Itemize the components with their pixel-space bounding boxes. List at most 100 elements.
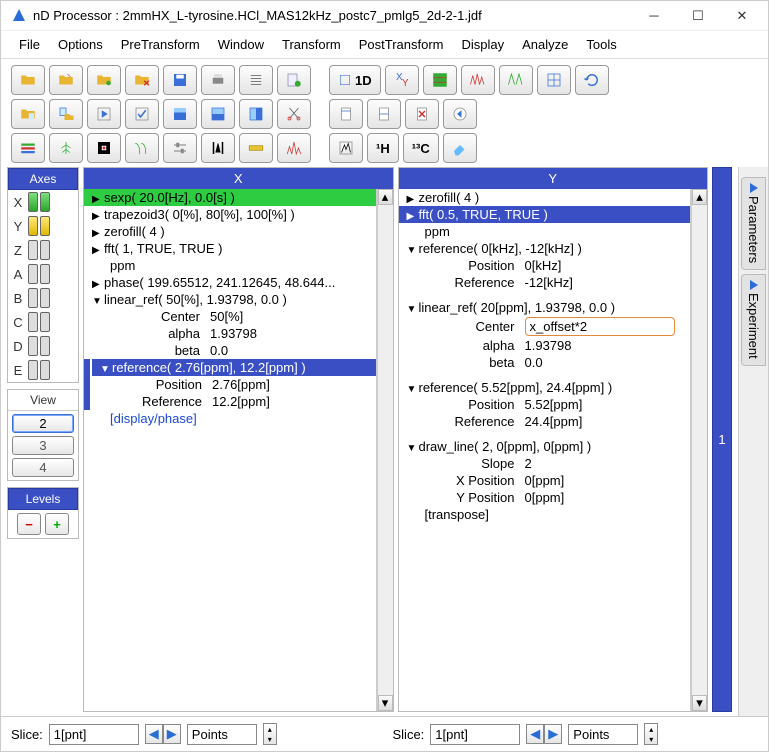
- grid-button[interactable]: [537, 65, 571, 95]
- axes-row-b[interactable]: B: [8, 286, 78, 310]
- panel-blue-button[interactable]: [163, 99, 197, 129]
- slider-button[interactable]: [163, 133, 197, 163]
- add-list-button[interactable]: [277, 65, 311, 95]
- view-button-2[interactable]: 2: [12, 414, 74, 433]
- axis-led[interactable]: [40, 216, 50, 236]
- process-step[interactable]: zerofill( 4 ): [84, 223, 376, 240]
- slice-prev-button[interactable]: ◀: [526, 724, 544, 744]
- menu-display[interactable]: Display: [454, 35, 513, 54]
- scroll-up-icon[interactable]: ▴: [378, 189, 393, 205]
- axis-led[interactable]: [28, 312, 38, 332]
- axis-led[interactable]: [28, 192, 38, 212]
- panel-y-scrollbar[interactable]: ▴ ▾: [691, 189, 707, 711]
- units-select-x[interactable]: Points: [187, 724, 257, 745]
- discard-folder-button[interactable]: [125, 65, 159, 95]
- hatch-green-button[interactable]: [423, 65, 457, 95]
- param-value[interactable]: 1.93798: [210, 326, 257, 341]
- axis-led[interactable]: [28, 288, 38, 308]
- save-folder-button[interactable]: [87, 65, 121, 95]
- peaks-button[interactable]: [277, 133, 311, 163]
- process-step[interactable]: reference( 2.76[ppm], 12.2[ppm] ): [92, 359, 376, 376]
- scroll-down-icon[interactable]: ▾: [378, 695, 393, 711]
- panel-y-list[interactable]: zerofill( 4 )fft( 0.5, TRUE, TRUE )ppmre…: [399, 189, 692, 711]
- view-button-4[interactable]: 4: [12, 458, 74, 477]
- process-step[interactable]: linear_ref( 20[ppm], 1.93798, 0.0 ): [399, 299, 691, 316]
- axis-led[interactable]: [40, 360, 50, 380]
- param-input-center[interactable]: [525, 317, 675, 336]
- units-stepper-y[interactable]: ▴▾: [644, 723, 658, 745]
- process-step[interactable]: reference( 5.52[ppm], 24.4[ppm] ): [399, 379, 691, 396]
- expanded-icon[interactable]: [92, 292, 102, 307]
- collapsed-icon[interactable]: [92, 190, 102, 205]
- process-step[interactable]: fft( 0.5, TRUE, TRUE ): [399, 206, 691, 223]
- axes-row-a[interactable]: A: [8, 262, 78, 286]
- slice-next-button[interactable]: ▶: [163, 724, 181, 744]
- param-value[interactable]: -12[kHz]: [525, 275, 573, 290]
- 13c-button[interactable]: ¹³C: [403, 133, 439, 163]
- units-select-y[interactable]: Points: [568, 724, 638, 745]
- axis-led[interactable]: [40, 240, 50, 260]
- y-dimension-strip[interactable]: 1: [712, 167, 732, 712]
- collapsed-icon[interactable]: [92, 241, 102, 256]
- view-button-3[interactable]: 3: [12, 436, 74, 455]
- delete-doc-button[interactable]: [405, 99, 439, 129]
- play-button[interactable]: [87, 99, 121, 129]
- menu-window[interactable]: Window: [210, 35, 272, 54]
- tab-parameters[interactable]: Parameters: [741, 177, 766, 270]
- expanded-icon[interactable]: [407, 241, 417, 256]
- slice-prev-button[interactable]: ◀: [145, 724, 163, 744]
- back-step-button[interactable]: [443, 99, 477, 129]
- maximize-button[interactable]: ☐: [676, 2, 720, 30]
- transpose-step[interactable]: [transpose]: [399, 506, 691, 523]
- axis-led[interactable]: [28, 336, 38, 356]
- waveform-green-button[interactable]: [499, 65, 533, 95]
- menu-pretransform[interactable]: PreTransform: [113, 35, 208, 54]
- eraser-button[interactable]: [443, 133, 477, 163]
- param-value[interactable]: 0[kHz]: [525, 258, 562, 273]
- collapsed-icon[interactable]: [407, 207, 417, 222]
- process-step[interactable]: linear_ref( 50[%], 1.93798, 0.0 ): [84, 291, 376, 308]
- close-button[interactable]: ✕: [720, 2, 764, 30]
- scroll-up-icon[interactable]: ▴: [692, 189, 707, 205]
- panel-split-v-button[interactable]: [239, 99, 273, 129]
- param-value[interactable]: 0[ppm]: [525, 490, 565, 505]
- menu-transform[interactable]: Transform: [274, 35, 349, 54]
- slice-next-button[interactable]: ▶: [544, 724, 562, 744]
- param-value[interactable]: 50[%]: [210, 309, 243, 324]
- peak-box-button[interactable]: [329, 133, 363, 163]
- display-phase-link[interactable]: [display/phase]: [84, 410, 376, 427]
- axis-led[interactable]: [40, 264, 50, 284]
- open-folder-button[interactable]: [11, 65, 45, 95]
- param-value[interactable]: 12.2[ppm]: [212, 394, 270, 409]
- level-plus-button[interactable]: +: [45, 513, 69, 535]
- process-step[interactable]: reference( 0[kHz], -12[kHz] ): [399, 240, 691, 257]
- param-value[interactable]: 0[ppm]: [525, 473, 565, 488]
- expanded-icon[interactable]: [100, 360, 110, 375]
- axis-led[interactable]: [40, 312, 50, 332]
- slice-input-x[interactable]: [49, 724, 139, 745]
- menu-posttransform[interactable]: PostTransform: [351, 35, 452, 54]
- axes-row-d[interactable]: D: [8, 334, 78, 358]
- export-doc-button[interactable]: [49, 99, 83, 129]
- param-value[interactable]: 1.93798: [525, 338, 572, 353]
- panel-x-list[interactable]: sexp( 20.0[Hz], 0.0[s] )trapezoid3( 0[%]…: [84, 189, 377, 711]
- param-value[interactable]: 5.52[ppm]: [525, 397, 583, 412]
- menu-options[interactable]: Options: [50, 35, 111, 54]
- expanded-icon[interactable]: [407, 380, 417, 395]
- axis-led[interactable]: [28, 240, 38, 260]
- axes-row-y[interactable]: Y: [8, 214, 78, 238]
- blank-doc1-button[interactable]: [329, 99, 363, 129]
- cut-button[interactable]: [277, 99, 311, 129]
- collapsed-icon[interactable]: [92, 207, 102, 222]
- tree-button[interactable]: [49, 133, 83, 163]
- axis-led[interactable]: [40, 336, 50, 356]
- scroll-down-icon[interactable]: ▾: [692, 695, 707, 711]
- axes-row-e[interactable]: E: [8, 358, 78, 382]
- save-button[interactable]: [163, 65, 197, 95]
- panel-x-scrollbar[interactable]: ▴ ▾: [377, 189, 393, 711]
- axes-row-z[interactable]: Z: [8, 238, 78, 262]
- minimize-button[interactable]: ─: [632, 2, 676, 30]
- ruler-button[interactable]: [239, 133, 273, 163]
- list-button[interactable]: [239, 65, 273, 95]
- process-step[interactable]: zerofill( 4 ): [399, 189, 691, 206]
